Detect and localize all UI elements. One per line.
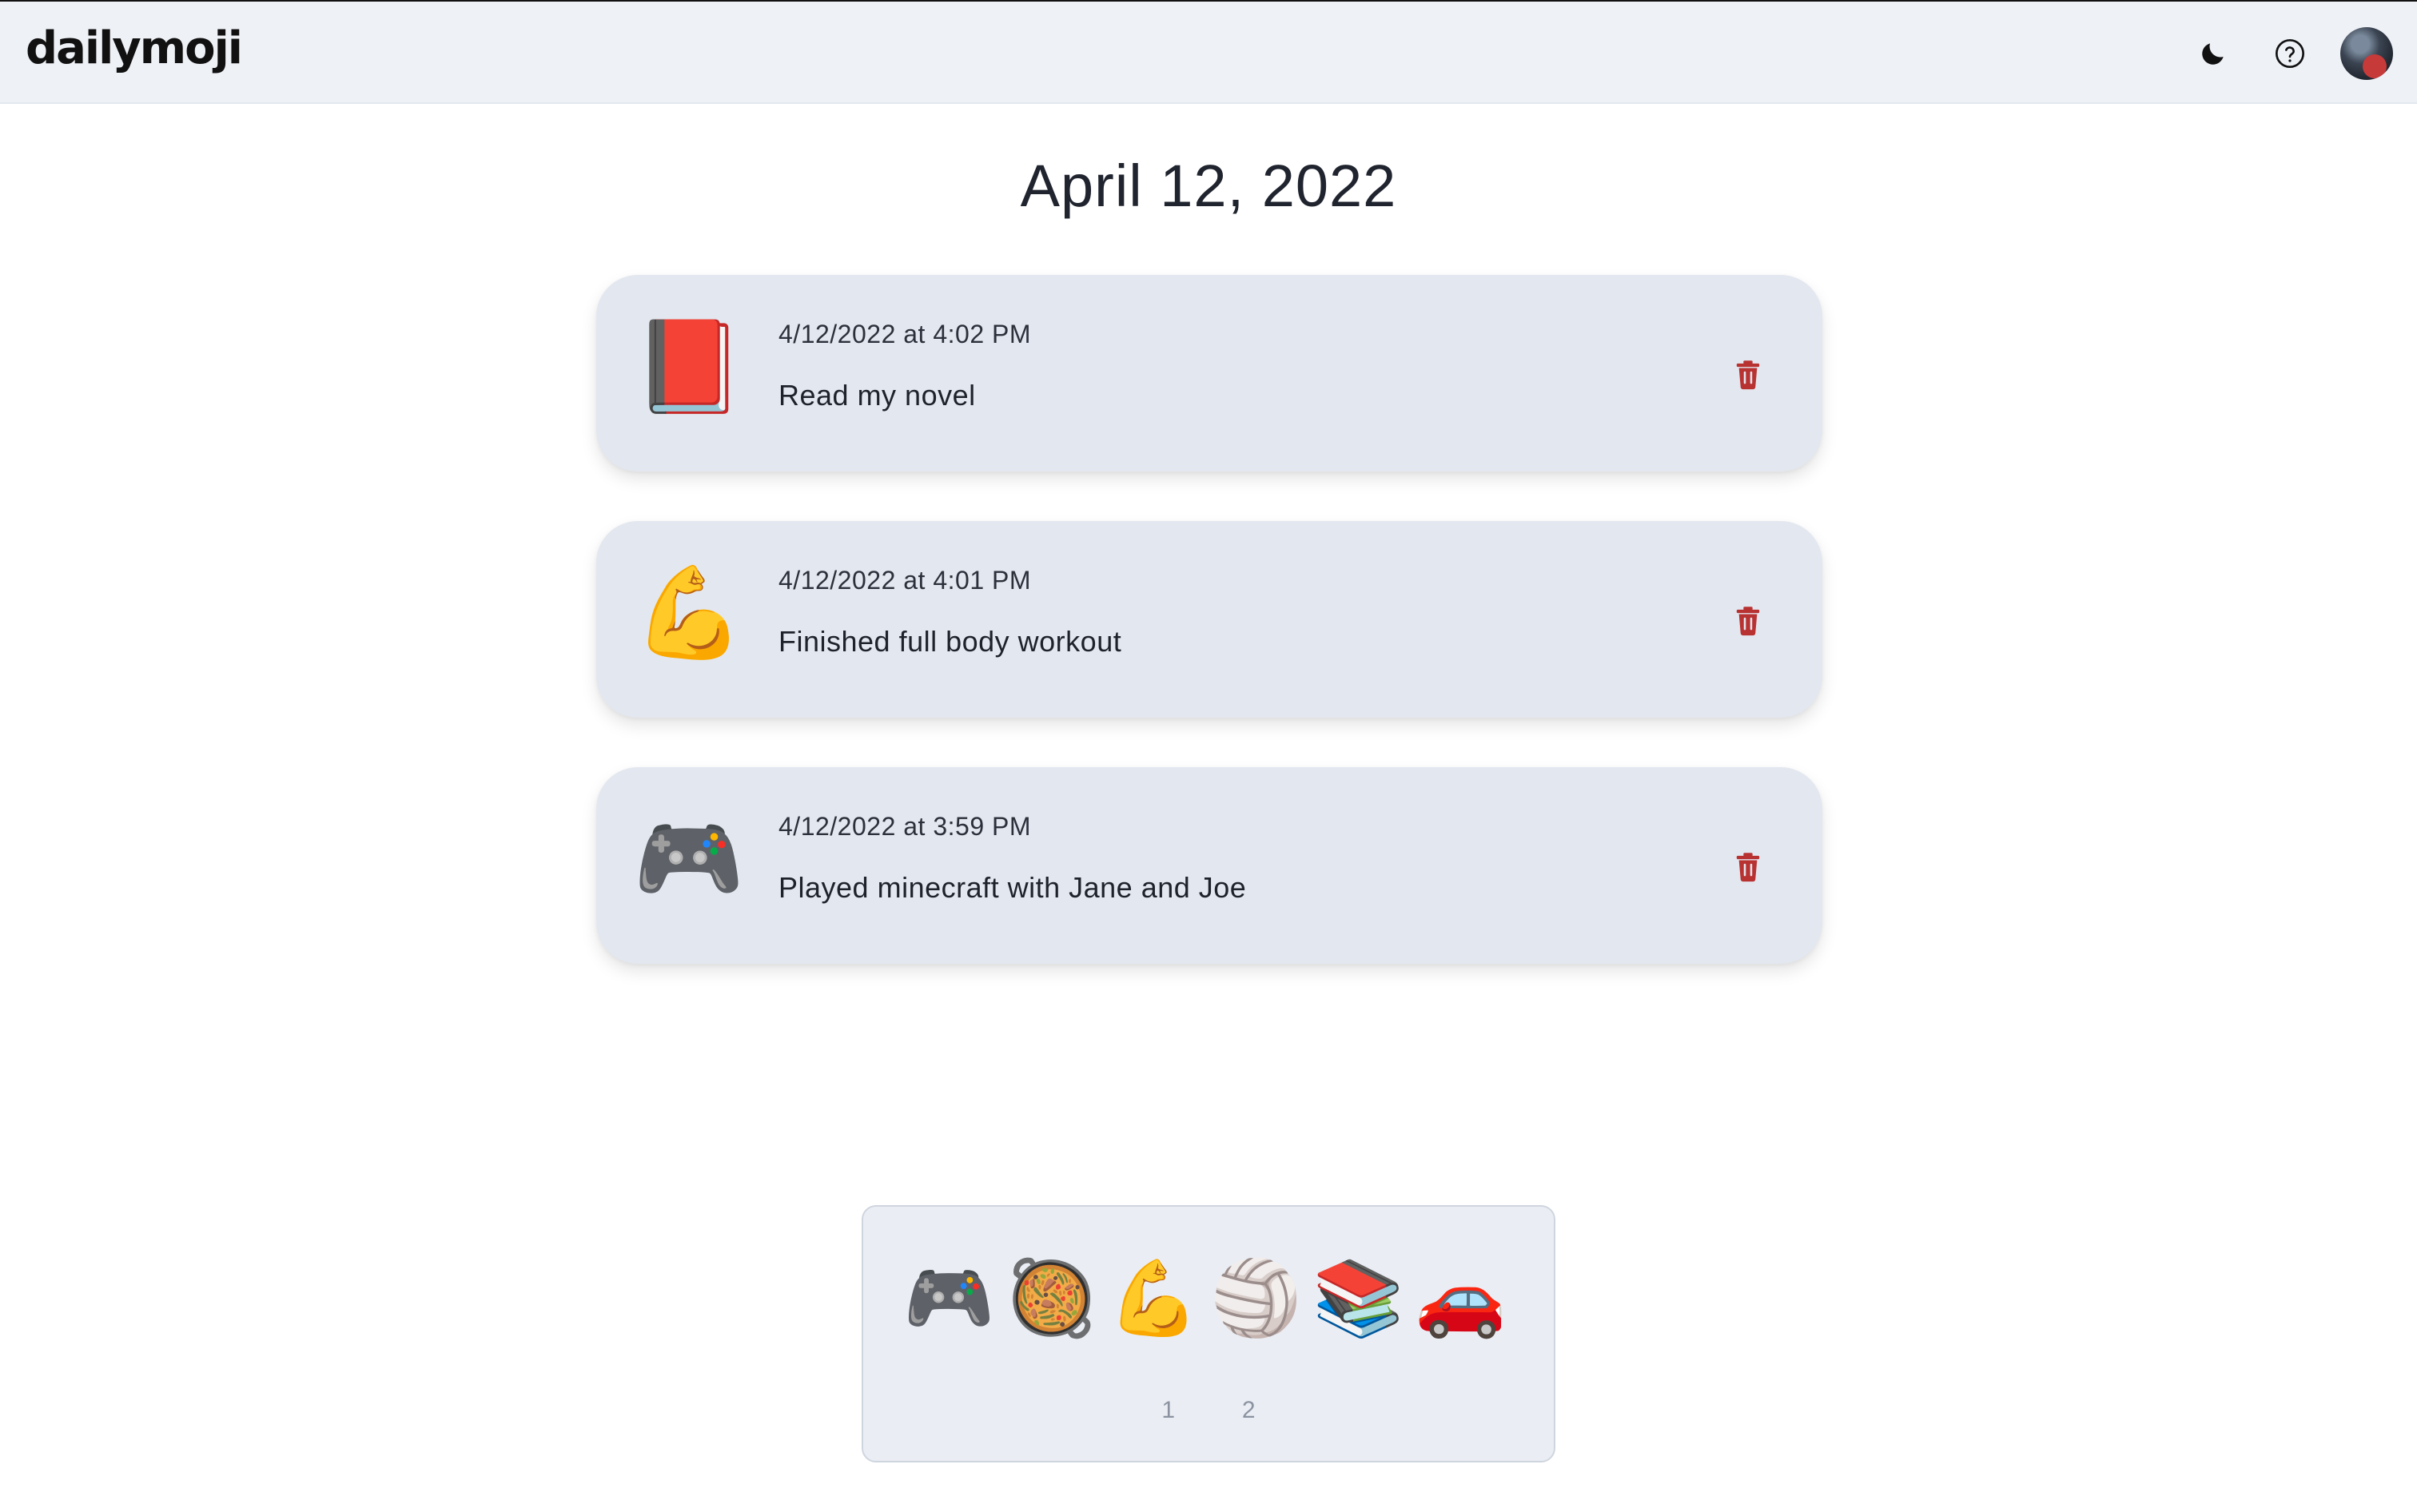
entry-list: 📕 4/12/2022 at 4:02 PM Read my novel 💪 4… [596, 275, 1822, 1013]
game-controller-icon: 🎮 [633, 809, 745, 909]
page-2-button[interactable]: 2 [1231, 1397, 1266, 1424]
top-nav-bar: dailymoji [0, 0, 2417, 104]
flexed-biceps-icon: 💪 [633, 563, 745, 662]
trash-icon [1736, 360, 1760, 390]
trash-icon [1736, 853, 1760, 882]
page-title: April 12, 2022 [1020, 153, 1397, 219]
paella-pan-icon[interactable]: 🥘 [1005, 1255, 1097, 1343]
entry-timestamp: 4/12/2022 at 3:59 PM [778, 812, 1031, 841]
entry-text: Finished full body workout [778, 625, 1122, 658]
entry-text: Played minecraft with Jane and Joe [778, 871, 1247, 904]
entry-timestamp: 4/12/2022 at 4:02 PM [778, 320, 1031, 348]
entry-card: 📕 4/12/2022 at 4:02 PM Read my novel [596, 275, 1822, 472]
delete-entry-button[interactable] [1728, 355, 1768, 395]
books-icon[interactable]: 📚 [1312, 1255, 1404, 1343]
entry-card: 💪 4/12/2022 at 4:01 PM Finished full bod… [596, 521, 1822, 718]
entry-timestamp: 4/12/2022 at 4:01 PM [778, 566, 1031, 595]
entry-card: 🎮 4/12/2022 at 3:59 PM Played minecraft … [596, 767, 1822, 964]
emoji-pager: 1 2 [863, 1397, 1554, 1424]
red-book-icon: 📕 [633, 316, 745, 416]
volleyball-icon[interactable]: 🏐 [1210, 1255, 1302, 1343]
emoji-picker: 🎮 🥘 💪 🏐 📚 🚗 1 2 [862, 1205, 1555, 1462]
flexed-biceps-icon[interactable]: 💪 [1108, 1255, 1200, 1343]
page-1-button[interactable]: 1 [1151, 1397, 1186, 1424]
car-icon[interactable]: 🚗 [1415, 1255, 1507, 1343]
game-controller-icon[interactable]: 🎮 [903, 1255, 995, 1343]
trash-icon [1736, 607, 1760, 636]
emoji-picker-row: 🎮 🥘 💪 🏐 📚 🚗 [903, 1255, 1507, 1343]
avatar[interactable] [2340, 27, 2393, 80]
help-icon[interactable] [2267, 30, 2313, 77]
delete-entry-button[interactable] [1728, 847, 1768, 887]
entry-text: Read my novel [778, 379, 976, 412]
app-logo[interactable]: dailymoji [26, 22, 243, 74]
delete-entry-button[interactable] [1728, 601, 1768, 641]
moon-icon[interactable] [2190, 30, 2236, 77]
